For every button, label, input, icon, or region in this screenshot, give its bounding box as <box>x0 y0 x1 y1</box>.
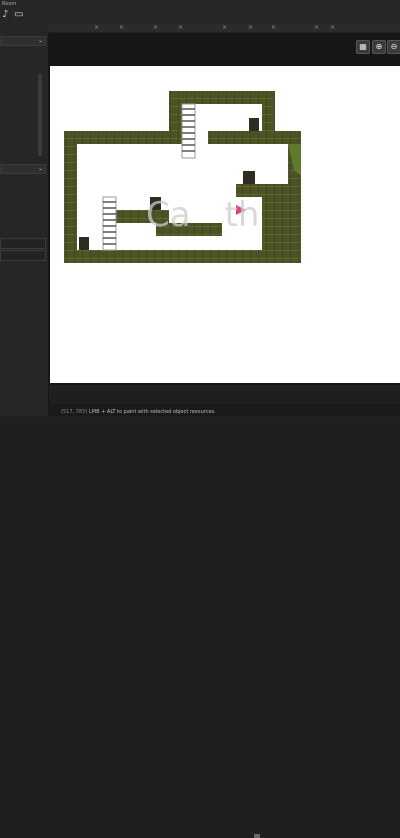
sidebar-scrollbar[interactable] <box>38 74 42 156</box>
wall-top-left <box>64 131 182 144</box>
sidebar-field[interactable] <box>0 250 46 261</box>
watermark-text: Ca th <box>146 195 259 235</box>
door <box>249 118 259 131</box>
grid-toggle-icon[interactable]: ▦ <box>356 40 370 54</box>
tab-close-icon[interactable]: × <box>153 24 158 32</box>
left-sidebar: ⌄ ⌄ <box>0 28 49 424</box>
collapse-icon[interactable]: ⌄ <box>38 37 43 45</box>
status-hint: LMB + ALT to paint with selected object … <box>89 409 216 415</box>
door <box>243 171 255 184</box>
music-icon[interactable]: ♪ <box>2 10 12 20</box>
door <box>79 237 89 250</box>
panel-header-top[interactable]: ⌄ <box>0 36 46 46</box>
tab-close-icon[interactable]: × <box>222 24 227 32</box>
upper-wall-right <box>262 91 275 144</box>
window-title: Room <box>2 1 17 7</box>
wall-top-right <box>208 131 301 144</box>
bottom-scroll-area <box>0 416 400 838</box>
room-tab-strip: × × × × × × × × × <box>48 24 400 32</box>
cursor-coordinates: (517, 783) <box>61 409 88 415</box>
room-preview[interactable]: Ca th <box>50 66 400 383</box>
ladder-upper <box>181 103 196 159</box>
ladder-lower <box>102 196 117 251</box>
upper-wall-left <box>169 91 182 144</box>
display-icon[interactable]: ▭ <box>14 10 24 20</box>
room-canvas[interactable]: Ca th <box>50 66 400 383</box>
tab-close-icon[interactable]: × <box>178 24 183 32</box>
upper-wall-top <box>169 91 275 104</box>
horizontal-scroll-thumb[interactable] <box>254 834 260 838</box>
collapse-icon[interactable]: ⌄ <box>38 165 43 173</box>
wall-left <box>64 131 77 263</box>
sidebar-field[interactable] <box>0 238 46 249</box>
right-block <box>262 197 288 250</box>
tab-close-icon[interactable]: × <box>248 24 253 32</box>
tab-close-icon[interactable]: × <box>119 24 124 32</box>
tab-close-icon[interactable]: × <box>330 24 335 32</box>
zoom-out-icon[interactable]: ⊖ <box>387 40 400 54</box>
tab-close-icon[interactable]: × <box>314 24 319 32</box>
tab-close-icon[interactable]: × <box>271 24 276 32</box>
zoom-in-icon[interactable]: ⊕ <box>372 40 386 54</box>
floor <box>64 250 301 263</box>
panel-header-middle[interactable]: ⌄ <box>0 164 46 174</box>
tab-close-icon[interactable]: × <box>94 24 99 32</box>
